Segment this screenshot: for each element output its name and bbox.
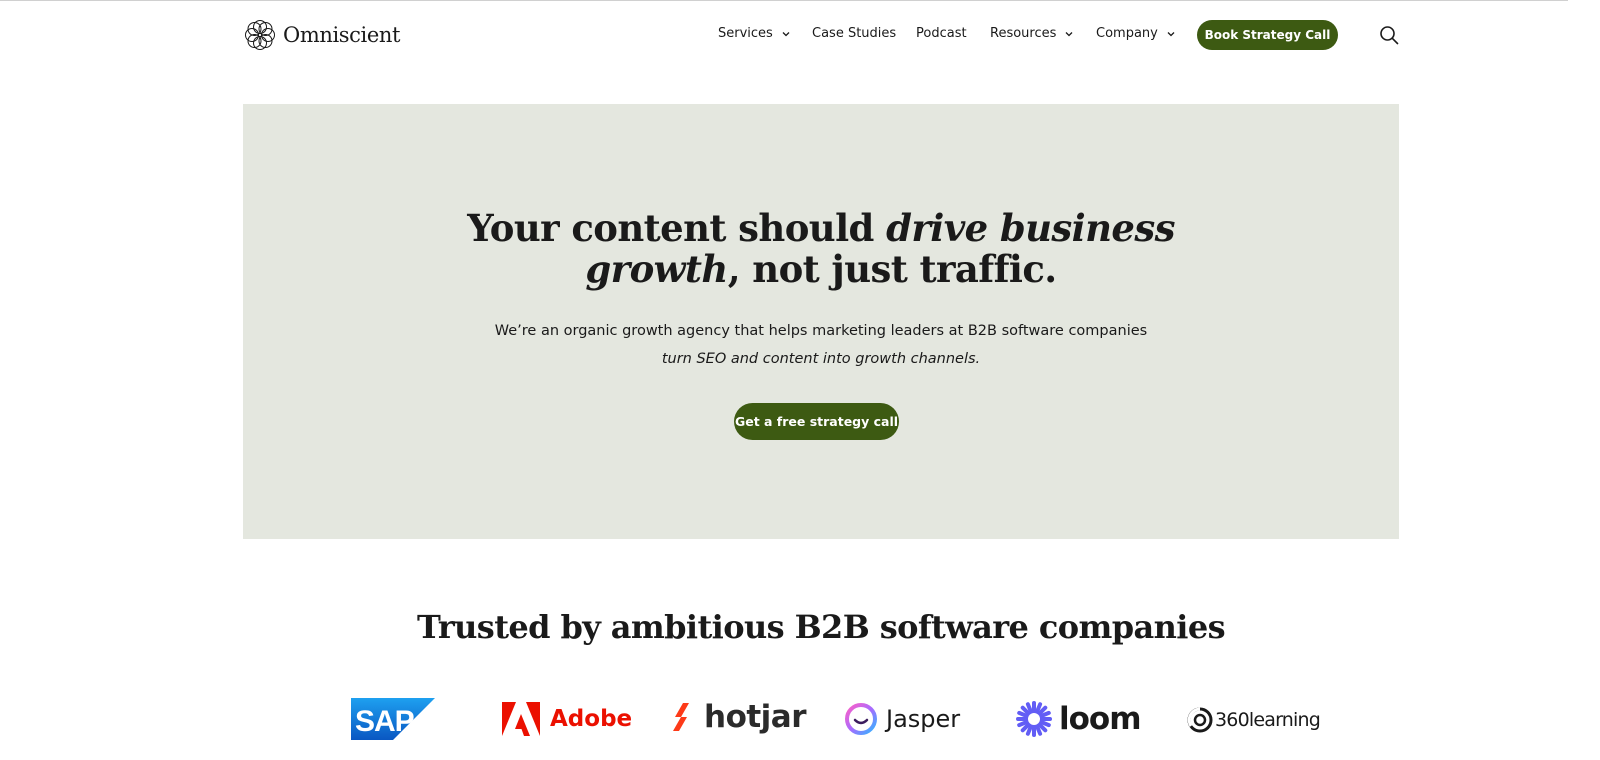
nav-case-studies[interactable]: Case Studies	[812, 26, 896, 41]
jasper-logo-icon	[845, 703, 877, 735]
nav-resources-label: Resources	[990, 26, 1057, 41]
brand-logo[interactable]: Omniscient	[245, 19, 400, 51]
hero-title-part: Your content should	[467, 206, 887, 250]
site-header: Omniscient Services Case Studies Podcast…	[0, 0, 1568, 70]
hotjar-logo-icon	[673, 703, 689, 731]
hero-subtitle: We’re an organic growth agency that help…	[243, 317, 1399, 373]
loom-logo-text: loom	[1059, 701, 1142, 737]
book-strategy-call-button[interactable]: Book Strategy Call	[1197, 20, 1338, 50]
hotjar-logo-text: hotjar	[704, 699, 807, 735]
loom-logo: loom	[1015, 700, 1142, 738]
adobe-logo-text: Adobe	[550, 706, 633, 732]
nav-podcast[interactable]: Podcast	[916, 26, 967, 41]
omniscient-logo-icon	[245, 20, 275, 50]
hero-title-part: , not just traffic.	[727, 247, 1057, 291]
nav-company-label: Company	[1096, 26, 1158, 41]
jasper-logo: Jasper	[844, 702, 960, 736]
trusted-heading: Trusted by ambitious B2B software compan…	[416, 608, 1226, 646]
chevron-down-icon	[1065, 31, 1073, 36]
nav-company[interactable]: Company	[1096, 26, 1176, 41]
360learning-logo-text: 360learning	[1215, 709, 1321, 731]
brand-name: Omniscient	[283, 23, 401, 47]
hero-title-emphasis: growth	[585, 247, 728, 291]
client-logos: SAP Adobe hotjar Jasper loom 360learning	[0, 690, 1568, 750]
sap-logo-text: SAP	[355, 705, 414, 738]
hero-subtitle-line2: turn SEO and content into growth channel…	[661, 351, 981, 367]
search-icon[interactable]	[1379, 25, 1399, 45]
hero-subtitle-line1: We’re an organic growth agency that help…	[494, 323, 1148, 339]
adobe-logo: Adobe	[502, 702, 632, 736]
nav-podcast-label: Podcast	[916, 26, 967, 41]
hero-title: Your content should drive business growt…	[243, 208, 1399, 290]
nav-resources[interactable]: Resources	[990, 26, 1074, 41]
sap-logo: SAP	[351, 698, 435, 740]
sap-logo-icon: SAP	[351, 698, 435, 740]
chevron-down-icon	[1167, 31, 1175, 36]
360learning-logo-icon	[1187, 707, 1213, 733]
hotjar-logo: hotjar	[673, 699, 807, 735]
loom-logo-icon	[1016, 701, 1052, 737]
chevron-down-icon	[782, 31, 790, 36]
360learning-logo: 360learning	[1186, 706, 1321, 734]
hero-title-emphasis: drive business	[886, 206, 1175, 250]
nav-services[interactable]: Services	[718, 26, 791, 41]
free-strategy-call-button[interactable]: Get a free strategy call	[734, 403, 899, 440]
jasper-logo-text: Jasper	[886, 705, 961, 733]
hero-section: Your content should drive business growt…	[243, 104, 1399, 539]
adobe-logo-icon	[502, 702, 540, 736]
nav-services-label: Services	[718, 26, 773, 41]
nav-case-studies-label: Case Studies	[812, 26, 897, 41]
